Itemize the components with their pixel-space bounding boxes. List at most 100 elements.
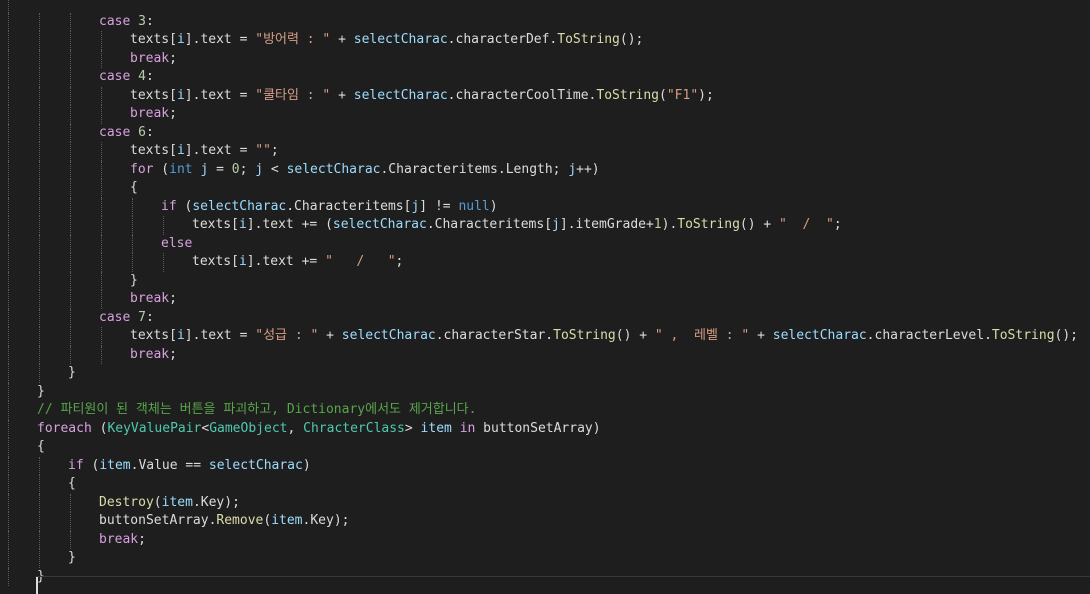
code-token: Destroy <box>99 494 154 510</box>
code-line[interactable]: { <box>0 438 1090 457</box>
indent-guide <box>8 253 9 272</box>
code-line[interactable]: case 6: <box>0 123 1090 142</box>
indent-guide <box>101 234 102 253</box>
code-token: null <box>458 198 490 214</box>
indent-guide <box>39 86 40 105</box>
code-line[interactable]: } <box>0 382 1090 402</box>
indent-guide <box>39 234 40 253</box>
indent-guide <box>39 31 40 50</box>
indent-guide <box>70 271 71 290</box>
indent-guide <box>8 567 9 586</box>
code-line[interactable]: else <box>0 234 1090 253</box>
code-token: , <box>287 420 304 436</box>
indent-guide <box>8 12 9 31</box>
code-line[interactable]: Destroy(item.Key); <box>0 493 1090 512</box>
code-line[interactable]: } <box>0 549 1090 568</box>
code-line[interactable]: if (item.Value == selectCharac) <box>0 456 1090 475</box>
code-line[interactable]: break; <box>0 105 1090 124</box>
indent-guide <box>101 271 102 290</box>
code-token: texts <box>130 143 170 158</box>
indent-guide <box>70 105 71 124</box>
code-line[interactable]: texts[i].text = "쿨타임 : " + selectCharac.… <box>0 86 1090 105</box>
code-line[interactable]: texts[i].text += (selectCharac.Character… <box>0 216 1090 235</box>
code-token: ].text = <box>184 32 256 47</box>
code-line[interactable]: texts[i].text = "방어력 : " + selectCharac.… <box>0 31 1090 50</box>
code-token: else <box>161 235 193 251</box>
indent-guide <box>39 530 40 549</box>
indent-guide <box>39 142 40 161</box>
indent-guide <box>8 105 9 124</box>
code-text: if (selectCharac.Characteritems[j] != nu… <box>161 198 498 217</box>
code-line[interactable]: if (selectCharac.Characteritems[j] != nu… <box>0 197 1090 217</box>
code-text: case 4: <box>99 68 154 87</box>
code-token: texts <box>130 87 170 103</box>
code-token: ; <box>169 50 177 66</box>
code-line[interactable] <box>0 0 1090 13</box>
code-token: .characterStar. <box>435 328 554 343</box>
indent-guide <box>70 49 71 68</box>
indent-guide <box>163 216 164 235</box>
indent-guide <box>8 530 9 549</box>
code-token: < <box>263 161 287 177</box>
code-line[interactable]: { <box>0 475 1090 494</box>
code-line[interactable]: for (int j = 0; j < selectCharac.Charact… <box>0 160 1090 179</box>
code-text: } <box>37 383 45 402</box>
code-token: i <box>176 32 185 47</box>
code-token: "성급 : " <box>255 328 319 343</box>
code-token: KeyValuePair <box>107 420 202 436</box>
code-token: ToString <box>557 32 620 47</box>
code-token: break <box>130 346 170 362</box>
indent-guide <box>70 234 71 253</box>
code-token: break <box>130 106 170 121</box>
indent-guide <box>8 308 9 327</box>
code-line[interactable]: break; <box>0 530 1090 549</box>
code-line[interactable]: // 파티원이 된 객체는 버튼을 파괴하고, Dictionary에서도 제거… <box>0 401 1090 420</box>
code-token: item <box>420 420 452 436</box>
code-text: } <box>68 549 76 568</box>
code-token: ].text += ( <box>246 217 333 232</box>
code-token: ].text += <box>246 254 326 269</box>
code-line[interactable]: case 4: <box>0 68 1090 87</box>
code-line[interactable]: texts[i].text += " / "; <box>0 253 1090 272</box>
indent-guide <box>8 401 9 420</box>
code-line[interactable]: case 7: <box>0 308 1090 327</box>
code-editor[interactable]: case 3: texts[i].text = "방어력 : " + select… <box>0 0 1090 594</box>
code-token: [ <box>231 217 239 232</box>
code-line[interactable]: break; <box>0 49 1090 68</box>
code-token: .Characteritems[ <box>426 217 553 232</box>
code-token: .Key); <box>192 494 240 510</box>
code-token: selectCharac <box>772 328 867 343</box>
code-token: ].text = <box>184 143 256 158</box>
code-line[interactable]: break; <box>0 290 1090 309</box>
code-line[interactable]: break; <box>0 345 1090 364</box>
indent-guide <box>39 49 40 68</box>
code-token: selectCharac <box>208 457 303 473</box>
code-line[interactable]: texts[i].text = "성급 : " + selectCharac.c… <box>0 327 1090 346</box>
indent-guide <box>132 197 133 216</box>
indent-guide <box>70 31 71 50</box>
indent-guide <box>8 216 9 235</box>
code-line[interactable]: buttonSetArray.Remove(item.Key); <box>0 512 1090 531</box>
code-token: + <box>318 328 342 343</box>
indent-guide <box>8 197 9 216</box>
code-line[interactable]: { <box>0 179 1090 198</box>
code-line[interactable]: case 3: <box>0 12 1090 31</box>
code-token: " / " <box>779 217 834 232</box>
code-line[interactable]: } <box>0 271 1090 290</box>
indent-guide <box>70 160 71 179</box>
code-token: selectCharac <box>341 328 436 343</box>
code-token: } <box>130 272 138 288</box>
indent-guide <box>70 530 71 549</box>
code-token: ToString <box>596 87 660 103</box>
code-token: ) <box>302 457 311 473</box>
code-line[interactable]: } <box>0 364 1090 383</box>
code-token: (); <box>1054 328 1079 343</box>
code-token: ; <box>169 106 177 121</box>
code-line[interactable]: foreach (KeyValuePair<GameObject, Chract… <box>0 419 1090 438</box>
code-text: { <box>68 475 76 494</box>
code-token: ++) <box>576 161 600 177</box>
code-line[interactable]: texts[i].text = ""; <box>0 142 1090 161</box>
code-token: foreach <box>37 420 92 436</box>
indent-guide <box>101 197 102 216</box>
